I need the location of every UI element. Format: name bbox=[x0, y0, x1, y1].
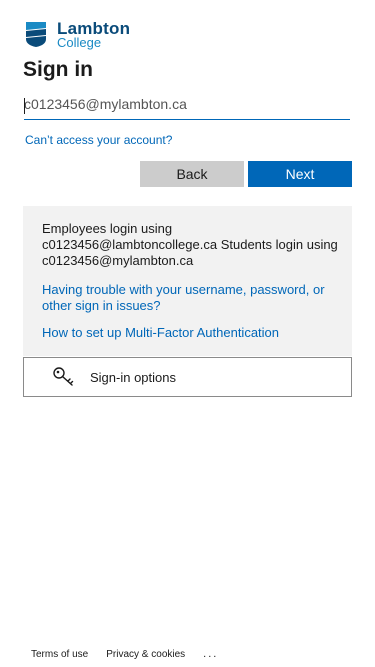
trouble-signing-in-link[interactable]: Having trouble with your username, passw… bbox=[42, 282, 342, 314]
privacy-cookies-link[interactable]: Privacy & cookies bbox=[106, 649, 185, 660]
cant-access-account-link[interactable]: Can’t access your account? bbox=[25, 133, 172, 147]
brand-name-top: Lambton bbox=[57, 18, 131, 38]
back-button[interactable]: Back bbox=[140, 161, 244, 187]
email-field[interactable] bbox=[24, 92, 350, 119]
text-caret bbox=[24, 98, 25, 114]
terms-of-use-link[interactable]: Terms of use bbox=[31, 649, 88, 660]
info-panel: Employees login using c0123456@lambtonco… bbox=[23, 206, 352, 356]
login-instructions: Employees login using c0123456@lambtonco… bbox=[42, 221, 338, 268]
brand-logo: Lambton College bbox=[24, 18, 130, 50]
more-options-button[interactable]: ... bbox=[203, 648, 218, 660]
footer: Terms of use Privacy & cookies ... bbox=[31, 648, 218, 660]
page-title: Sign in bbox=[23, 58, 93, 81]
sign-in-options-label: Sign-in options bbox=[90, 369, 176, 385]
lambton-shield-icon bbox=[24, 20, 48, 48]
next-button[interactable]: Next bbox=[248, 161, 352, 187]
key-icon bbox=[52, 366, 76, 388]
email-field-wrapper bbox=[24, 92, 350, 120]
sign-in-options-button[interactable]: Sign-in options bbox=[23, 357, 352, 397]
mfa-setup-link[interactable]: How to set up Multi-Factor Authenticatio… bbox=[42, 325, 342, 341]
